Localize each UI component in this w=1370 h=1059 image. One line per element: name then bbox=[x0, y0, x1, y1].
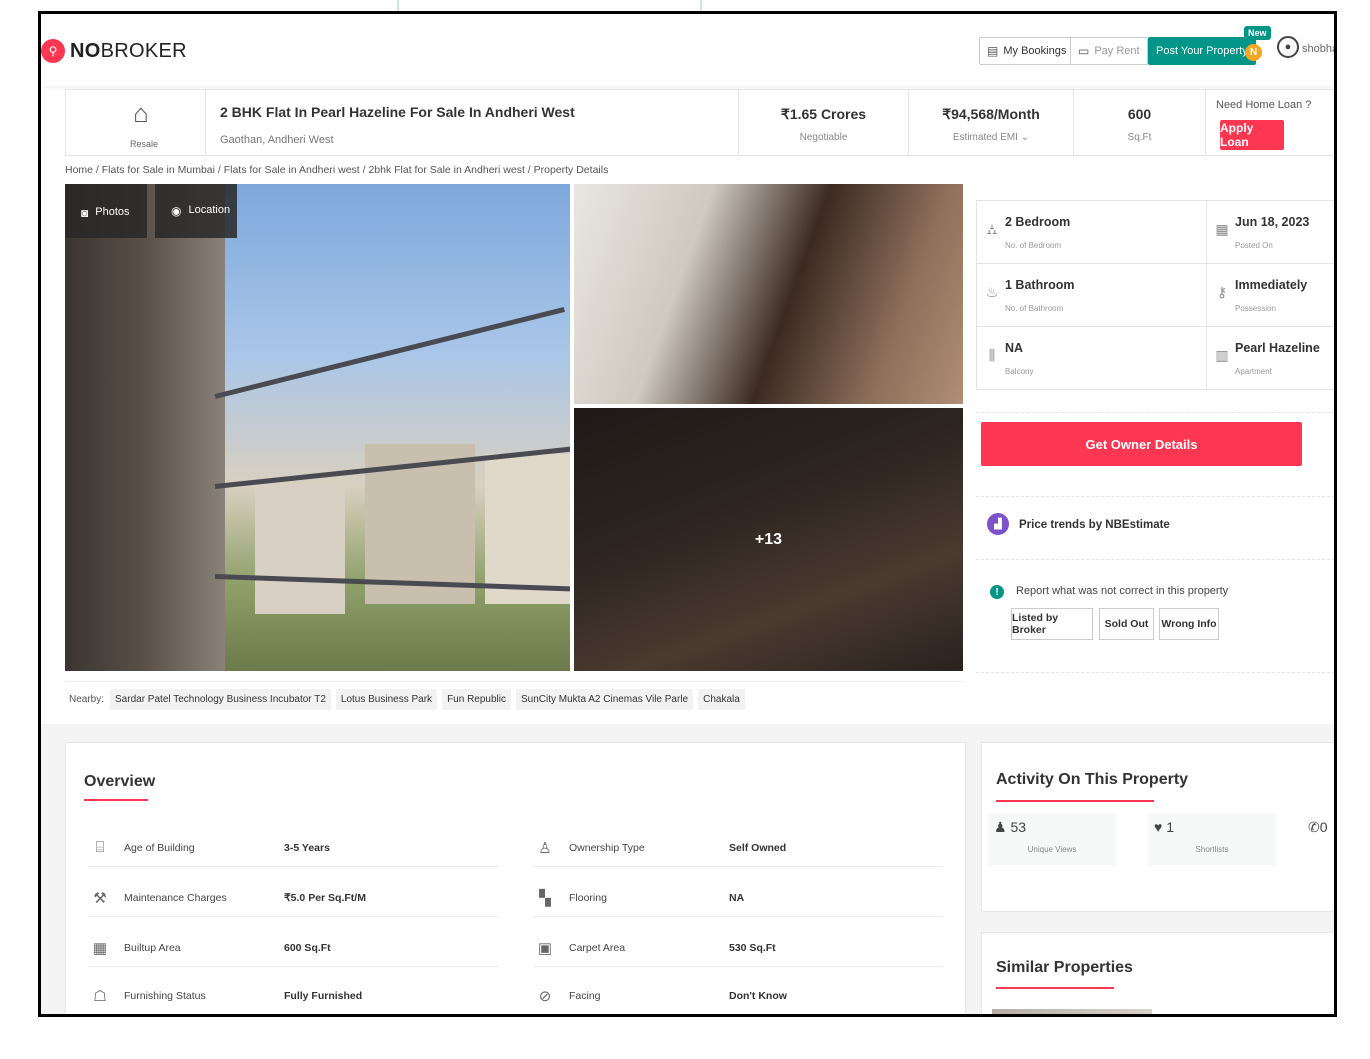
price-value: ₹1.65 Crores bbox=[780, 106, 867, 122]
user-icon: ♟ bbox=[994, 819, 1007, 835]
nearby-chip[interactable]: SunCity Mukta A2 Cinemas Vile Parle bbox=[515, 689, 694, 710]
nearby-places: Nearby: Sardar Patel Technology Business… bbox=[65, 681, 965, 717]
wrong-info-button[interactable]: Wrong Info bbox=[1159, 608, 1219, 640]
more-photos-count: +13 bbox=[754, 530, 783, 548]
unique-views-stat: ♟ 53 Unique Views bbox=[988, 813, 1116, 865]
detail-bedrooms: ⛼ 2 Bedroom No. of Bedroom bbox=[977, 201, 1207, 263]
sold-out-button[interactable]: Sold Out bbox=[1099, 608, 1154, 640]
username[interactable]: shobha bbox=[1302, 43, 1334, 55]
main-property-photo[interactable] bbox=[65, 184, 570, 671]
home-loan-question: Need Home Loan ? bbox=[1216, 99, 1312, 111]
overview-section: Overview ⌸ Age of Building 3-5 Years ♙ O… bbox=[65, 742, 966, 1014]
compass-icon: ⊘ bbox=[538, 988, 552, 1005]
listed-by-broker-button[interactable]: Listed by Broker bbox=[1011, 608, 1093, 640]
heart-icon: ♥ bbox=[1154, 819, 1163, 835]
alert-icon: ! bbox=[990, 585, 1004, 599]
my-bookings-button[interactable]: ▤ My Bookings bbox=[979, 37, 1075, 65]
detail-possession: ⚷ Immediately Possession bbox=[1207, 264, 1334, 326]
balcony-icon: ⫼ bbox=[988, 347, 996, 363]
card-icon: ▭ bbox=[1078, 44, 1090, 58]
bookings-icon: ▤ bbox=[987, 44, 999, 58]
more-photos-tile[interactable]: +13 bbox=[574, 408, 963, 671]
nearby-chip[interactable]: Chakala bbox=[698, 689, 745, 710]
property-details-grid: ⛼ 2 Bedroom No. of Bedroom ▦ Jun 18, 202… bbox=[976, 200, 1334, 390]
bedroom-photo[interactable] bbox=[574, 184, 963, 404]
calendar-icon: ▦ bbox=[1215, 221, 1229, 237]
building-icon: ▥ bbox=[1215, 347, 1229, 363]
activity-title: Activity On This Property bbox=[996, 771, 1189, 788]
report-text: Report what was not correct in this prop… bbox=[1016, 585, 1229, 597]
flooring-icon: ▚ bbox=[539, 890, 551, 907]
browser-frame: ⚲ NOBROKER ▤ My Bookings ▭ Pay Rent Post Y… bbox=[38, 11, 1337, 1017]
phone-icon: ✆ bbox=[1308, 819, 1320, 835]
emi-value: ₹94,568/Month bbox=[942, 106, 1040, 122]
nobroker-logo[interactable]: ⚲ NOBROKER bbox=[41, 39, 187, 63]
price-trends-link[interactable]: Price trends by NBEstimate bbox=[1019, 519, 1170, 531]
breadcrumb[interactable]: Home / Flats for Sale in Mumbai / Flats … bbox=[65, 164, 608, 176]
carpet-area-icon: ▣ bbox=[537, 940, 553, 957]
post-property-button[interactable]: Post Your Property bbox=[1148, 37, 1256, 65]
overview-row: ☖ Furnishing Status Fully Furnished bbox=[88, 981, 498, 1014]
area-value: 600 bbox=[1127, 106, 1152, 122]
shortlists-stat: ♥ 1 Shortlists bbox=[1148, 813, 1276, 865]
overview-row: ⌸ Age of Building 3-5 Years bbox=[88, 833, 498, 867]
top-header: ⚲ NOBROKER ▤ My Bookings ▭ Pay Rent Post Y… bbox=[41, 14, 1334, 86]
overview-row: ▚ Flooring NA bbox=[533, 883, 943, 917]
overview-row: ▦ Builtup Area 600 Sq.Ft bbox=[88, 933, 498, 967]
photos-tab[interactable]: ◙ Photos bbox=[65, 184, 147, 238]
building-age-icon: ⌸ bbox=[95, 839, 105, 856]
ownership-icon: ♙ bbox=[538, 840, 552, 857]
bed-icon: ⛼ bbox=[986, 221, 998, 237]
user-avatar-icon[interactable]: ● bbox=[1277, 36, 1299, 58]
builtup-area-icon: ▦ bbox=[92, 940, 108, 957]
overview-row: ⚒ Maintenance Charges ₹5.0 Per Sq.Ft/M bbox=[88, 883, 498, 917]
similar-properties-section: Similar Properties bbox=[981, 932, 1334, 1014]
overview-title: Overview bbox=[84, 773, 156, 790]
listing-location: Gaothan, Andheri West bbox=[220, 134, 334, 146]
camera-icon: ◙ bbox=[81, 206, 89, 220]
emi-note: Estimated EMI bbox=[952, 132, 1018, 143]
chevron-down-icon: ⌄ bbox=[1020, 132, 1030, 143]
detail-apartment: ▥ Pearl Hazeline Apartment bbox=[1207, 327, 1334, 390]
detail-bathrooms: ♨ 1 Bathroom No. of Bathroom bbox=[977, 264, 1207, 326]
emi-cell[interactable]: ₹94,568/Month Estimated EMI ⌄ bbox=[909, 90, 1074, 155]
sofa-icon: ☖ bbox=[93, 988, 107, 1005]
logo-icon: ⚲ bbox=[41, 39, 65, 63]
listing-title: 2 BHK Flat In Pearl Hazeline For Sale In… bbox=[220, 104, 575, 120]
detail-balcony: ⫼ NA Balcony bbox=[977, 327, 1207, 390]
logo-rest-text: BROKER bbox=[100, 39, 187, 62]
price-trend-icon: ▟ bbox=[987, 513, 1009, 535]
coin-icon[interactable]: N bbox=[1245, 44, 1262, 61]
get-owner-details-button[interactable]: Get Owner Details bbox=[981, 422, 1302, 466]
similar-property-thumbnail[interactable] bbox=[992, 1009, 1152, 1014]
resale-label: Resale bbox=[130, 139, 159, 149]
nearby-chip[interactable]: Sardar Patel Technology Business Incubat… bbox=[110, 689, 331, 710]
activity-section: Activity On This Property ♟ 53 Unique Vi… bbox=[981, 742, 1334, 912]
key-icon: ⚷ bbox=[1216, 284, 1228, 300]
overview-row: ⊘ Facing Don't Know bbox=[533, 981, 943, 1014]
area-unit: Sq.Ft bbox=[1127, 132, 1152, 143]
maintenance-icon: ⚒ bbox=[93, 890, 107, 907]
listing-summary-bar: ⌂ Resale 2 BHK Flat In Pearl Hazeline Fo… bbox=[65, 89, 1334, 156]
nearby-chip[interactable]: Lotus Business Park bbox=[335, 689, 438, 710]
bathtub-icon: ♨ bbox=[985, 284, 999, 300]
resale-house-icon: ⌂ bbox=[133, 98, 149, 128]
apply-loan-button[interactable]: Apply Loan bbox=[1220, 120, 1284, 150]
contacts-stat: ✆0 bbox=[1302, 813, 1334, 865]
compass-icon: ◉ bbox=[171, 204, 182, 218]
logo-bold-text: NO bbox=[70, 39, 101, 62]
price-note: Negotiable bbox=[799, 132, 848, 143]
location-tab[interactable]: ◉ Location bbox=[155, 184, 237, 238]
nearby-chip[interactable]: Fun Republic bbox=[442, 689, 511, 710]
overview-row: ♙ Ownership Type Self Owned bbox=[533, 833, 943, 867]
overview-row: ▣ Carpet Area 530 Sq.Ft bbox=[533, 933, 943, 967]
new-badge: New bbox=[1244, 26, 1271, 40]
pay-rent-button[interactable]: ▭ Pay Rent bbox=[1070, 37, 1148, 65]
similar-title: Similar Properties bbox=[996, 959, 1133, 976]
detail-posted-on: ▦ Jun 18, 2023 Posted On bbox=[1207, 201, 1334, 263]
nearby-label: Nearby: bbox=[69, 694, 105, 705]
